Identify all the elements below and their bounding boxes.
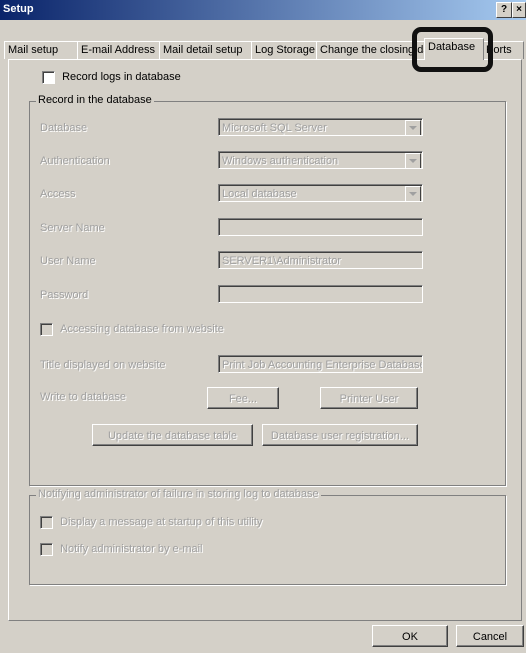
cancel-button[interactable]: Cancel (456, 625, 524, 647)
accessing-website-checkbox[interactable] (40, 323, 53, 336)
authentication-select-value: Windows authentication (222, 155, 339, 167)
access-select-value: Local database (222, 188, 297, 200)
tab-log-storage[interactable]: Log Storage (251, 41, 317, 59)
chevron-down-icon[interactable] (405, 186, 421, 201)
notify-email-checkbox[interactable] (40, 543, 53, 556)
display-message-label: Display a message at startup of this uti… (60, 516, 263, 529)
notify-email-label: Notify administrator by e-mail (60, 543, 203, 556)
user-name-label: User Name (40, 255, 96, 267)
display-message-row[interactable]: Display a message at startup of this uti… (40, 516, 262, 529)
fee-button[interactable]: Fee... (207, 387, 279, 409)
accessing-website-label: Accessing database from website (60, 323, 224, 336)
database-select-value: Microsoft SQL Server (222, 122, 327, 134)
record-logs-row[interactable]: Record logs in database (42, 71, 181, 84)
tab-mail-detail-setup[interactable]: Mail detail setup (159, 41, 252, 59)
user-name-input[interactable]: SERVER1\Administrator (218, 251, 423, 269)
access-select[interactable]: Local database (218, 184, 423, 202)
server-name-label: Server Name (40, 222, 105, 234)
record-logs-checkbox[interactable] (42, 71, 55, 84)
display-message-checkbox[interactable] (40, 516, 53, 529)
write-to-db-label: Write to database (40, 391, 127, 403)
access-label: Access (40, 188, 76, 200)
database-select[interactable]: Microsoft SQL Server (218, 118, 423, 136)
password-label: Password (40, 289, 89, 301)
record-logs-label: Record logs in database (62, 71, 181, 84)
database-label: Database (40, 122, 88, 134)
setup-window: Setup ? × Mail setup E-mail Address Mail… (0, 0, 526, 653)
close-icon[interactable]: × (512, 2, 526, 18)
title-on-website-input[interactable]: Print Job Accounting Enterprise Database (218, 355, 423, 373)
title-bar: Setup ? × (0, 0, 526, 20)
update-table-button[interactable]: Update the database table (92, 424, 253, 446)
record-group-legend: Record in the database (36, 94, 154, 106)
ok-button[interactable]: OK (372, 625, 448, 647)
printer-user-button[interactable]: Printer User (320, 387, 418, 409)
chevron-down-icon[interactable] (405, 120, 421, 135)
tab-email-address[interactable]: E-mail Address (77, 41, 160, 59)
db-user-registration-button[interactable]: Database user registration... (262, 424, 418, 446)
tab-mail-setup[interactable]: Mail setup (4, 41, 78, 59)
help-icon[interactable]: ? (496, 2, 512, 18)
chevron-down-icon[interactable] (405, 153, 421, 168)
authentication-select[interactable]: Windows authentication (218, 151, 423, 169)
notify-admin-group: Notifying administrator of failure in st… (29, 488, 506, 585)
notify-email-row[interactable]: Notify administrator by e-mail (40, 543, 203, 556)
record-in-database-group: Record in the database Database Microsof… (29, 94, 506, 486)
authentication-label: Authentication (40, 155, 110, 167)
database-tab-panel: Record logs in database Record in the da… (8, 59, 522, 621)
server-name-input[interactable] (218, 218, 423, 236)
title-on-website-label: Title displayed on website (40, 359, 166, 371)
window-title: Setup (3, 3, 34, 15)
notify-group-legend: Notifying administrator of failure in st… (36, 488, 321, 500)
tab-highlight-callout (412, 27, 493, 72)
accessing-website-row[interactable]: Accessing database from website (40, 323, 224, 336)
password-input[interactable] (218, 285, 423, 303)
